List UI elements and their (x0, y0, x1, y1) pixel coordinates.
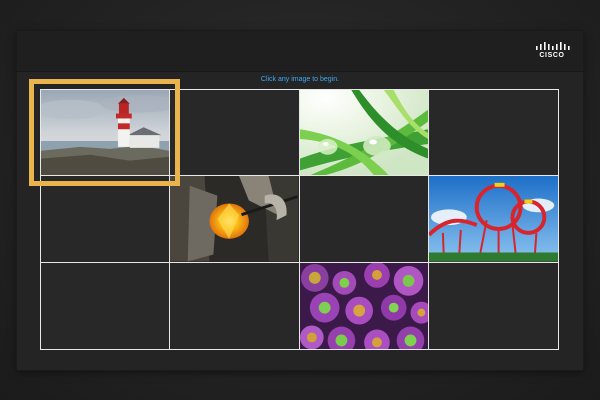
tile-coral-polyps[interactable] (299, 262, 429, 349)
tile-grid (40, 89, 559, 350)
puzzle-panel: CISCO Click any image to begin. (17, 31, 583, 370)
cisco-logo: CISCO (534, 41, 570, 61)
coral-polyps-image (299, 262, 428, 349)
tile-water-drops[interactable] (299, 90, 429, 177)
tile-empty[interactable] (41, 262, 171, 349)
tile-empty[interactable] (428, 90, 558, 177)
water-drops-image (299, 90, 428, 176)
tile-glass-blowing[interactable] (170, 176, 300, 263)
top-bar: CISCO (17, 31, 583, 72)
tile-roller-coaster[interactable] (428, 176, 558, 263)
cisco-bridge-logo-icon (536, 42, 570, 50)
glass-blowing-image (170, 176, 299, 262)
roller-coaster-image (428, 176, 558, 262)
tile-empty[interactable] (41, 176, 171, 263)
logo-text: CISCO (539, 52, 565, 59)
lighthouse-image (41, 90, 170, 176)
tile-lighthouse[interactable] (41, 90, 171, 177)
tile-empty[interactable] (299, 176, 429, 263)
tile-empty[interactable] (170, 262, 300, 349)
tile-empty[interactable] (428, 262, 558, 349)
tile-empty[interactable] (170, 90, 300, 177)
instruction-text: Click any image to begin. (260, 76, 340, 83)
